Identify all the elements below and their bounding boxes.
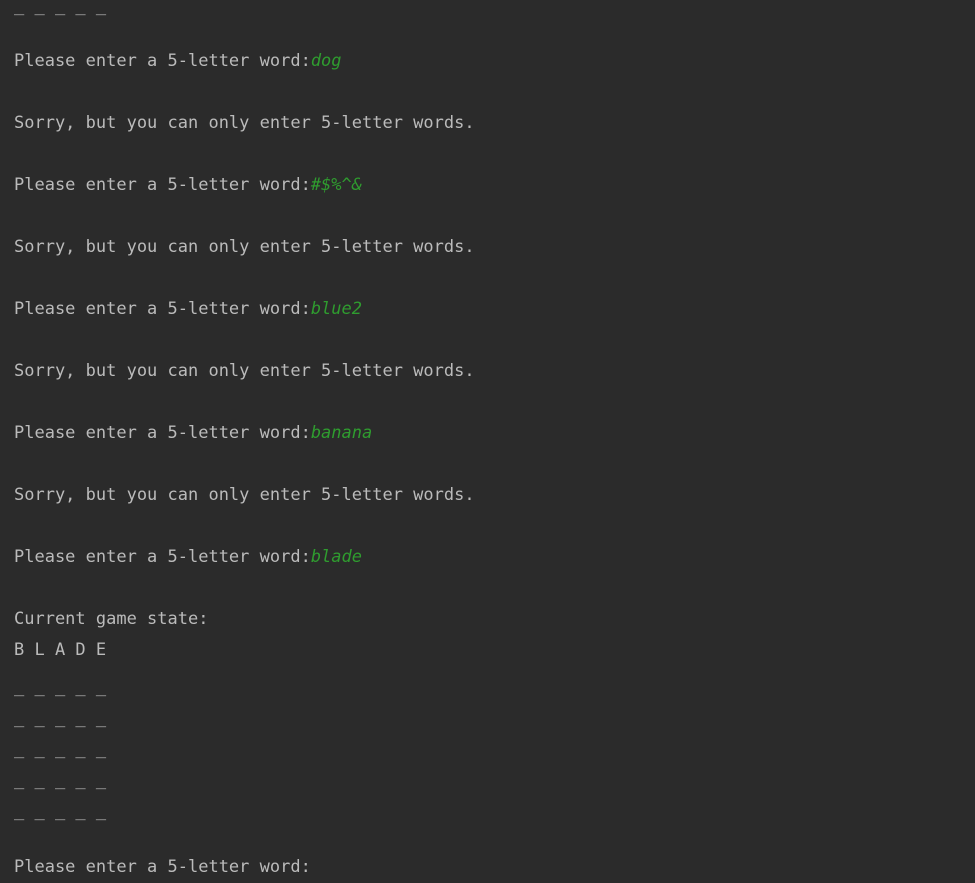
prompt-text: Please enter a 5-letter word: [14,51,311,71]
error-message: Sorry, but you can only enter 5-letter w… [14,237,475,257]
prompt-text: Please enter a 5-letter word: [14,299,311,319]
user-input-text: dog [310,51,342,71]
error-message: Sorry, but you can only enter 5-letter w… [14,113,475,133]
input-prompt-line: Please enter a 5-letter word:dog [14,51,342,71]
user-input-text: banana [310,423,373,443]
board-row: _ _ _ _ _ [14,677,107,697]
input-prompt-line: Please enter a 5-letter word:banana [14,423,372,443]
board-row: _ _ _ _ _ [14,739,107,759]
error-message: Sorry, but you can only enter 5-letter w… [14,361,475,381]
board-row: _ _ _ _ _ [14,708,107,728]
prompt-text: Please enter a 5-letter word: [14,857,311,877]
game-state-header: Current game state: [14,609,209,629]
error-message: Sorry, but you can only enter 5-letter w… [14,485,475,505]
user-input-text: #$%^& [310,175,362,195]
input-prompt-line: Please enter a 5-letter word:blue2 [14,299,362,319]
run-console-output[interactable]: _ _ _ _ _ Please enter a 5-letter word:d… [0,0,975,883]
prompt-text: Please enter a 5-letter word: [14,547,311,567]
board-row: B L A D E [14,640,107,660]
board-row: _ _ _ _ _ [14,770,107,790]
user-input-text: blue2 [310,299,362,319]
board-row: _ _ _ _ _ [14,801,107,821]
prompt-text: Please enter a 5-letter word: [14,423,311,443]
input-prompt-line: Please enter a 5-letter word:#$%^& [14,175,362,195]
prompt-text: Please enter a 5-letter word: [14,175,311,195]
user-input-text: blade [310,547,362,567]
input-prompt-line[interactable]: Please enter a 5-letter word: [14,857,311,877]
input-prompt-line: Please enter a 5-letter word:blade [14,547,362,567]
board-row-previous: _ _ _ _ _ [14,0,107,16]
